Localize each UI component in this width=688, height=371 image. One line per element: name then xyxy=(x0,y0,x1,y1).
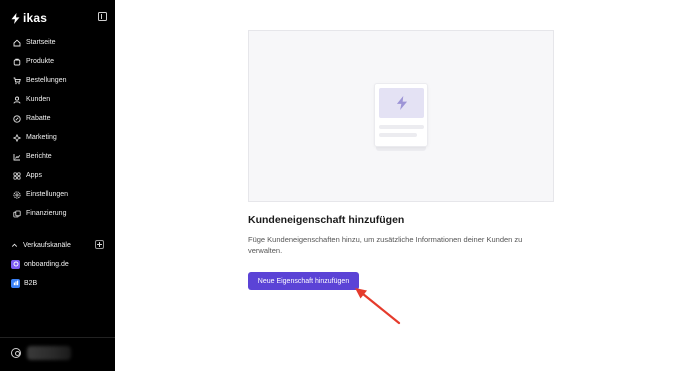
sidebar-collapse-button[interactable] xyxy=(98,12,107,21)
b2b-icon xyxy=(11,278,20,288)
empty-state-title: Kundeneigenschaft hinzufügen xyxy=(248,214,405,226)
sidebar-divider xyxy=(0,337,115,338)
add-property-button[interactable]: Neue Eigenschaft hinzufügen xyxy=(248,272,359,290)
channel-item-onboarding[interactable]: onboarding.de xyxy=(11,258,69,270)
home-icon xyxy=(13,39,21,46)
sidebar-item-produkte[interactable]: Produkte xyxy=(0,52,115,71)
sidebar-item-bestellungen[interactable]: Bestellungen xyxy=(0,71,115,90)
sidebar-item-apps[interactable]: Apps xyxy=(0,166,115,185)
empty-state-description: Füge Kundeneigenschaften hinzu, um zusät… xyxy=(248,235,523,255)
apps-icon xyxy=(13,171,21,179)
store-icon xyxy=(11,259,20,269)
main-content: Kundeneigenschaft hinzufügen Füge Kunden… xyxy=(115,0,688,371)
illustration-line xyxy=(379,133,417,137)
empty-state-illustration xyxy=(248,30,554,202)
brand-logo[interactable]: ikas xyxy=(11,11,47,25)
sidebar-item-label: Marketing xyxy=(26,134,57,141)
user-account-menu[interactable] xyxy=(11,346,71,360)
sidebar-nav: Startseite Produkte Bestellungen Kunden … xyxy=(0,33,115,223)
sidebar-item-marketing[interactable]: Marketing xyxy=(0,128,115,147)
bolt-icon xyxy=(379,88,424,118)
discount-icon xyxy=(13,114,21,123)
user-icon xyxy=(13,96,21,104)
sidebar-item-label: Startseite xyxy=(26,39,56,46)
megaphone-icon xyxy=(13,133,21,142)
user-name-redacted xyxy=(27,346,71,360)
sales-channels-header[interactable]: Verkaufskanäle xyxy=(11,239,104,251)
cart-icon xyxy=(13,77,21,84)
illustration-card xyxy=(374,83,428,147)
sidebar-item-einstellungen[interactable]: Einstellungen xyxy=(0,185,115,204)
sidebar-item-kunden[interactable]: Kunden xyxy=(0,90,115,109)
finance-icon xyxy=(13,210,21,217)
sidebar-item-label: Einstellungen xyxy=(26,191,69,198)
illustration-line xyxy=(379,125,424,129)
sidebar-item-label: Finanzierung xyxy=(26,210,67,217)
sidebar-item-rabatte[interactable]: Rabatte xyxy=(0,109,115,128)
sidebar-item-label: Bestellungen xyxy=(26,77,67,84)
sidebar-item-label: Kunden xyxy=(26,96,51,103)
bolt-icon xyxy=(11,12,20,24)
sidebar-item-berichte[interactable]: Berichte xyxy=(0,147,115,166)
package-icon xyxy=(13,58,21,65)
chart-icon xyxy=(13,153,21,160)
channel-item-b2b[interactable]: B2B xyxy=(11,277,37,289)
sidebar-item-label: Produkte xyxy=(26,58,55,65)
sidebar: ikas Startseite Produkte Bestellungen Ku… xyxy=(0,0,115,371)
sidebar-item-label: Berichte xyxy=(26,153,52,160)
channel-label: onboarding.de xyxy=(24,260,69,268)
sidebar-item-finanzierung[interactable]: Finanzierung xyxy=(0,204,115,223)
account-icon xyxy=(11,348,21,358)
add-channel-button[interactable] xyxy=(95,240,104,249)
sidebar-item-label: Apps xyxy=(26,172,42,179)
sidebar-item-label: Rabatte xyxy=(26,115,51,122)
brand-name: ikas xyxy=(23,11,48,25)
channel-label: B2B xyxy=(24,279,38,287)
chevron-up-icon xyxy=(11,243,18,247)
gear-icon xyxy=(13,190,21,199)
sidebar-item-startseite[interactable]: Startseite xyxy=(0,33,115,52)
sales-channels-label: Verkaufskanäle xyxy=(23,241,71,249)
